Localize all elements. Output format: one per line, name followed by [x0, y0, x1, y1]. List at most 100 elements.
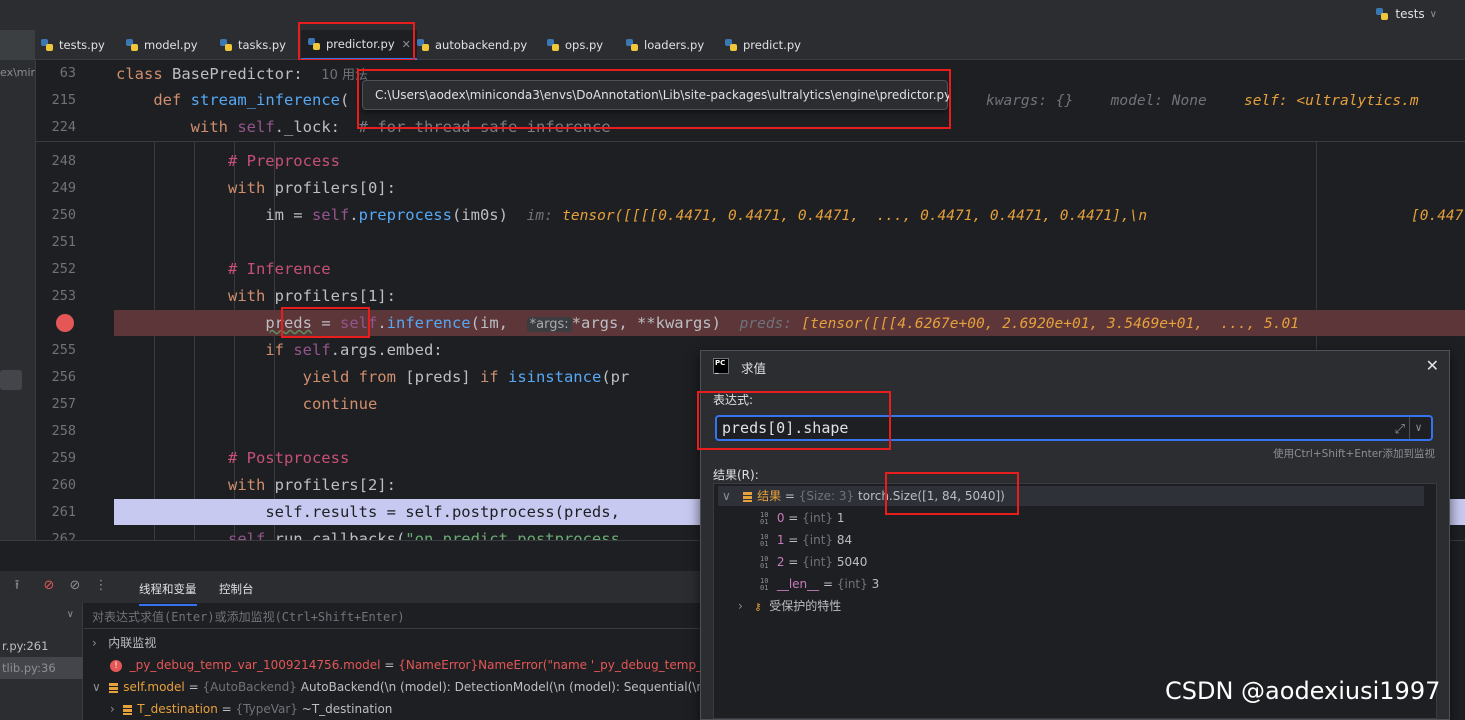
frame-item[interactable]: r.py:261	[0, 635, 83, 657]
code-line: yield from [preds] if isinstance(pr	[302, 368, 630, 386]
protected-attributes-row[interactable]: › ⚷ 受保护的特性	[738, 596, 841, 616]
inline-watch-row[interactable]: › 内联监视	[84, 632, 700, 654]
python-run-icon	[1376, 8, 1389, 20]
highlight-box-expression	[697, 391, 891, 450]
key-icon: ⚷	[754, 602, 762, 613]
code-line: class BasePredictor: 10 用法	[116, 65, 369, 83]
inline-params: kwargs: {} model: None self: <ultralytic…	[986, 93, 1419, 109]
tab-ops[interactable]: ops.py	[546, 30, 603, 60]
result-item-row[interactable]: 10 01 2 = {int} 5040	[760, 552, 867, 572]
project-panel-edge	[0, 30, 35, 60]
view-breakpoints-icon[interactable]: ⊘	[42, 579, 56, 593]
run-config-selector[interactable]: tests ∨	[1374, 5, 1437, 23]
python-file-icon	[626, 39, 638, 51]
variable-row-model[interactable]: ∨ self.model = {AutoBackend} AutoBackend…	[84, 676, 700, 698]
code-line: self.run_callbacks("on_predict_postproce…	[227, 530, 620, 540]
field-icon	[743, 491, 753, 502]
chevron-down-icon: ∨	[1429, 8, 1437, 20]
line-number: 249	[51, 180, 76, 196]
result-item-row[interactable]: 10 01 __len__ = {int} 3	[760, 574, 879, 594]
highlight-box-path	[357, 69, 951, 129]
add-watch-hint: 使用Ctrl+Shift+Enter添加到监视	[1273, 448, 1435, 460]
line-number: 248	[51, 153, 76, 169]
dialog-title: 求值	[741, 361, 767, 376]
history-dropdown-icon[interactable]: ∨	[1409, 417, 1427, 439]
result-item-row[interactable]: 10 01 1 = {int} 84	[760, 530, 852, 550]
tab-label: loaders.py	[644, 38, 705, 52]
line-number: 215	[51, 92, 76, 108]
field-icon	[123, 704, 133, 715]
field-icon	[109, 682, 119, 693]
tab-threads-variables[interactable]: 线程和变量	[139, 581, 197, 606]
line-number: 253	[51, 288, 76, 304]
python-file-icon	[725, 39, 737, 51]
tab-label: model.py	[144, 38, 198, 52]
close-icon[interactable]: ✕	[1426, 356, 1439, 375]
int-icon: 10 01	[760, 532, 769, 548]
inline-value-tail: [0.447	[1411, 208, 1464, 224]
result-root-row[interactable]: ∨ 结果 = {Size: 3} torch.Size([1, 84, 5040…	[718, 486, 1424, 506]
evaluate-expression-input[interactable]: 对表达式求值(Enter)或添加监视(Ctrl+Shift+Enter)	[84, 605, 700, 629]
highlight-box-result	[885, 472, 1019, 515]
highlight-box-preds	[281, 307, 370, 338]
line-number: 257	[51, 396, 76, 412]
tab-label: predict.py	[743, 38, 801, 52]
chevron-down-icon[interactable]: ∨	[67, 609, 74, 620]
tab-model[interactable]: model.py	[125, 30, 198, 60]
tab-label: tests.py	[59, 38, 105, 52]
python-file-icon	[41, 39, 53, 51]
tab-autobackend[interactable]: autobackend.py	[416, 30, 527, 60]
line-number: 261	[51, 504, 76, 520]
chevron-right-icon: ›	[92, 636, 97, 650]
code-line: # Inference	[227, 260, 331, 278]
error-icon: !	[110, 659, 122, 672]
code-line-current: self.results = self.postprocess(preds,	[265, 503, 620, 521]
project-selected-item[interactable]	[0, 370, 22, 390]
line-number: 255	[51, 342, 76, 358]
tab-loaders[interactable]: loaders.py	[625, 30, 704, 60]
expand-icon[interactable]: ⤢	[1395, 419, 1405, 441]
result-label: 结果(R):	[713, 468, 759, 482]
mute-breakpoints-icon[interactable]: ⊘	[68, 579, 82, 593]
line-number: 260	[51, 477, 76, 493]
code-line: # Preprocess	[227, 152, 340, 170]
frames-list: ∨ r.py:261 tlib.py:36	[0, 603, 83, 720]
tab-tests[interactable]: tests.py	[40, 30, 105, 60]
python-file-icon	[126, 39, 138, 51]
run-config-name: tests	[1395, 7, 1425, 21]
line-number: 252	[51, 261, 76, 277]
code-line: with profilers[0]:	[227, 179, 396, 197]
chevron-right-icon: ›	[738, 599, 743, 613]
pycharm-icon: PC _	[713, 358, 729, 374]
line-number: 250	[51, 207, 76, 223]
tab-label: autobackend.py	[435, 38, 528, 52]
int-icon: 10 01	[760, 554, 769, 570]
highlight-box-tab	[298, 22, 415, 61]
tab-predict[interactable]: predict.py	[724, 30, 801, 60]
line-number: 259	[51, 450, 76, 466]
int-icon: 10 01	[760, 576, 769, 592]
tab-console[interactable]: 控制台	[219, 581, 254, 597]
breakpoint-icon[interactable]	[56, 314, 74, 332]
code-line: # Postprocess	[227, 449, 350, 467]
variable-row-error[interactable]: ! _py_debug_temp_var_1009214756.model = …	[84, 654, 700, 676]
line-number: 262	[51, 531, 76, 540]
result-item-row[interactable]: 10 01 0 = {int} 1	[760, 508, 845, 528]
step-out-icon[interactable]: ⭱	[10, 579, 24, 593]
int-icon: 10 01	[760, 510, 769, 526]
chevron-down-icon: ∨	[92, 680, 101, 694]
watermark: CSDN @aodexiusi1997	[1165, 677, 1441, 705]
line-number: 256	[51, 369, 76, 385]
debug-toolbar: ⭱ ⊘ ⊘ ⋮	[0, 571, 700, 603]
project-path-fragment: ex\min	[0, 66, 36, 79]
code-line: im = self.preprocess(im0s) im: tensor([[…	[116, 206, 1148, 224]
line-number: 224	[51, 119, 76, 135]
line-number: 63	[59, 65, 76, 81]
variable-row-tdestination[interactable]: › T_destination = {TypeVar} ~T_destinati…	[84, 698, 700, 720]
more-options-icon[interactable]: ⋮	[94, 579, 108, 593]
code-line: with profilers[1]:	[227, 287, 396, 305]
frame-item[interactable]: tlib.py:36	[0, 657, 83, 679]
tab-label: tasks.py	[238, 38, 286, 52]
line-number: 258	[51, 423, 76, 439]
tab-tasks[interactable]: tasks.py	[219, 30, 286, 60]
